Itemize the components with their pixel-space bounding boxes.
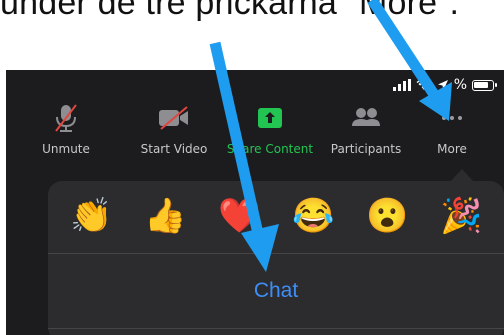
menu-divider xyxy=(48,328,504,329)
signal-icon xyxy=(392,79,411,91)
share-content-button[interactable]: Share Content xyxy=(222,100,318,160)
status-bar: % xyxy=(392,74,497,96)
clap-reaction[interactable]: 👏 xyxy=(70,199,112,233)
video-off-icon xyxy=(157,102,191,134)
party-reaction[interactable]: 🎉 xyxy=(440,199,482,233)
instruction-caption: under de tre prickarna "More". xyxy=(0,0,460,22)
participants-label: Participants xyxy=(330,142,402,156)
thumbs-up-reaction[interactable]: 👍 xyxy=(144,199,186,233)
wow-reaction[interactable]: 😮 xyxy=(366,199,408,233)
more-menu-popup: 👏 👍 ❤️ 😂 😮 🎉 Chat xyxy=(48,181,504,335)
participants-icon xyxy=(350,102,382,134)
location-icon xyxy=(437,80,448,90)
joy-reaction[interactable]: 😂 xyxy=(292,199,334,233)
share-arrow-icon xyxy=(257,102,283,134)
meeting-toolbar: Unmute Start Video Share Content Partici… xyxy=(6,100,504,160)
battery-percent: % xyxy=(453,77,467,93)
unmute-label: Unmute xyxy=(42,142,90,156)
reaction-bar: 👏 👍 ❤️ 😂 😮 🎉 xyxy=(48,181,504,253)
mic-muted-icon xyxy=(53,102,79,134)
start-video-button[interactable]: Start Video xyxy=(131,100,217,160)
unmute-button[interactable]: Unmute xyxy=(34,100,98,160)
more-dots-icon xyxy=(440,102,464,134)
battery-icon xyxy=(472,79,497,91)
zoom-meeting-screen: % Unmute Start Video Share Content Parti… xyxy=(6,70,504,335)
more-button[interactable]: More xyxy=(432,100,472,160)
share-content-label: Share Content xyxy=(226,142,314,156)
heart-reaction[interactable]: ❤️ xyxy=(218,199,260,233)
chat-menu-item[interactable]: Chat xyxy=(48,254,504,328)
start-video-label: Start Video xyxy=(140,142,208,156)
wifi-icon xyxy=(416,79,432,90)
more-label: More xyxy=(437,142,467,156)
participants-button[interactable]: Participants xyxy=(320,100,412,160)
